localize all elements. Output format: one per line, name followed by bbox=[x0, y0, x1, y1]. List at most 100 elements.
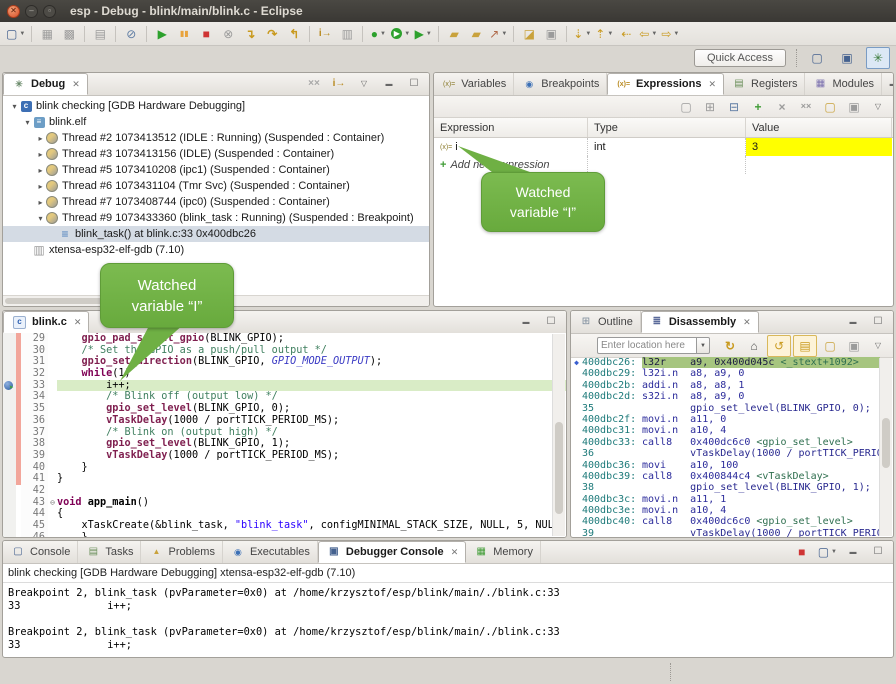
refresh-icon[interactable]: ↻ bbox=[719, 336, 741, 356]
instruction-stepping-toggle-icon[interactable]: i→ bbox=[328, 74, 350, 94]
maximize-icon[interactable]: ☐ bbox=[867, 312, 889, 332]
sync-context-toggle-icon[interactable]: ↺ bbox=[767, 335, 791, 357]
minimize-icon[interactable]: ▬ bbox=[515, 312, 537, 332]
debug-tree-row[interactable]: ▸Thread #6 1073431104 (Tmr Svc) (Suspend… bbox=[3, 178, 429, 194]
tree-expander-icon[interactable]: ▾ bbox=[35, 214, 46, 223]
console-tab-executables[interactable]: ◉Executables bbox=[223, 541, 318, 563]
location-input[interactable]: Enter location here bbox=[597, 337, 697, 354]
show-source-toggle-icon[interactable]: ▤ bbox=[793, 335, 817, 357]
next-annotation-icon[interactable]: ⇣▼ bbox=[571, 24, 593, 44]
location-dropdown-button[interactable]: ▼ bbox=[697, 337, 710, 354]
run-icon[interactable]: ▶▼ bbox=[389, 24, 412, 44]
disassembly-source-line[interactable]: 39 vTaskDelay(1000 / portTICK_PERIOD_MS)… bbox=[571, 528, 880, 537]
disassembly-listing[interactable]: ◆400dbc26:l32r a9, 0x400d045c <_stext+10… bbox=[571, 357, 880, 537]
fold-collapse-icon[interactable]: ⊖ bbox=[48, 497, 57, 509]
editor-line[interactable]: 43⊖void app_main() bbox=[3, 497, 566, 509]
editor-line[interactable]: 42 bbox=[3, 485, 566, 497]
disassembly-source-line[interactable]: 36 vTaskDelay(1000 / portTICK_PERIOD_MS)… bbox=[571, 448, 880, 459]
disassembly-line[interactable]: ◆400dbc26:l32r a9, 0x400d045c <_stext+10… bbox=[571, 357, 880, 368]
debug-tree-row[interactable]: ▸Thread #2 1073413512 (IDLE : Running) (… bbox=[3, 130, 429, 146]
column-header-value[interactable]: Value bbox=[746, 118, 892, 137]
editor-line[interactable]: 39 vTaskDelay(1000 / portTICK_PERIOD_MS)… bbox=[3, 450, 566, 462]
editor-line[interactable]: 31 gpio_set_direction(BLINK_GPIO, GPIO_M… bbox=[3, 356, 566, 368]
new-view-icon[interactable]: ▢ bbox=[819, 336, 841, 356]
dropdown-arrow-icon[interactable]: ▼ bbox=[380, 31, 386, 37]
dropdown-arrow-icon[interactable]: ▼ bbox=[673, 31, 679, 37]
dropdown-arrow-icon[interactable]: ▼ bbox=[426, 31, 432, 37]
annotation-ruler[interactable] bbox=[3, 356, 16, 368]
debug-tree-row[interactable]: ≡blink_task() at blink.c:33 0x400dbc26 bbox=[3, 226, 429, 242]
resume-icon[interactable]: ▶ bbox=[151, 24, 173, 44]
debug-tree-row[interactable]: ▥xtensa-esp32-elf-gdb (7.10) bbox=[3, 242, 429, 258]
debug-tree-row[interactable]: ▸Thread #3 1073413156 (IDLE) (Suspended … bbox=[3, 146, 429, 162]
tree-expander-icon[interactable]: ▸ bbox=[35, 166, 46, 175]
console-tab-console[interactable]: ▢Console bbox=[3, 541, 78, 563]
back-icon[interactable]: ⇦▼ bbox=[637, 24, 659, 44]
remove-all-terminated-icon[interactable]: ×× bbox=[303, 74, 325, 94]
disassembly-source-line[interactable]: 38 gpio_set_level(BLINK_GPIO, 1); bbox=[571, 482, 880, 493]
annotation-ruler[interactable] bbox=[3, 427, 16, 439]
dis-tab-outline[interactable]: ⊞Outline bbox=[571, 311, 641, 333]
step-over-icon[interactable]: ↷ bbox=[261, 24, 283, 44]
editor-line[interactable]: 44{ bbox=[3, 508, 566, 520]
view-menu-icon[interactable]: ▽ bbox=[867, 336, 889, 356]
disassembly-line[interactable]: 400dbc2d:s32i.n a8, a9, 0 bbox=[571, 391, 880, 402]
editor-line[interactable]: 32 while(1) bbox=[3, 368, 566, 380]
show-logical-structure-icon[interactable]: ⊞ bbox=[699, 97, 721, 117]
minimize-icon[interactable]: ▬ bbox=[842, 542, 864, 562]
dropdown-arrow-icon[interactable]: ▼ bbox=[651, 31, 657, 37]
c-cpp-perspective-button[interactable]: ▣ bbox=[836, 48, 858, 68]
annotation-ruler[interactable] bbox=[3, 391, 16, 403]
close-icon[interactable]: ✕ bbox=[451, 547, 459, 558]
instruction-stepping-icon[interactable]: i→ bbox=[314, 24, 336, 44]
disassembly-line[interactable]: 400dbc29:l32i.n a8, a9, 0 bbox=[571, 368, 880, 379]
minimize-icon[interactable]: ▬ bbox=[378, 74, 400, 94]
new-view-icon[interactable]: ▢ bbox=[819, 97, 841, 117]
step-return-icon[interactable]: ↰ bbox=[283, 24, 305, 44]
tree-expander-icon[interactable]: ▸ bbox=[35, 150, 46, 159]
console-tab-tasks[interactable]: ▤Tasks bbox=[78, 541, 141, 563]
disassembly-line[interactable]: 400dbc2f:movi.n a11, 0 bbox=[571, 414, 880, 425]
expr-tab-breakpoints[interactable]: ◉Breakpoints bbox=[514, 73, 607, 95]
disassembly-line[interactable]: 400dbc33:call8 0x400dc6c0 <gpio_set_leve… bbox=[571, 437, 880, 448]
annotate-icon[interactable]: ◪ bbox=[518, 24, 540, 44]
annotation-ruler[interactable] bbox=[3, 497, 16, 509]
editor-vertical-scrollbar[interactable] bbox=[552, 334, 565, 536]
editor-line[interactable]: 46 } bbox=[3, 532, 566, 537]
editor-line[interactable]: 40 } bbox=[3, 462, 566, 474]
debug-tree-row[interactable]: ▾Thread #9 1073433360 (blink_task : Runn… bbox=[3, 210, 429, 226]
console-tab-problems[interactable]: ▲Problems bbox=[141, 541, 222, 563]
disassembly-line[interactable]: 400dbc3c:movi.n a11, 1 bbox=[571, 494, 880, 505]
console-output[interactable]: Breakpoint 2, blink_task (pvParameter=0x… bbox=[3, 583, 893, 656]
view-menu-icon[interactable]: ▽ bbox=[867, 97, 889, 117]
annotation-ruler[interactable] bbox=[3, 508, 16, 520]
annotation-ruler[interactable] bbox=[3, 333, 16, 345]
tree-expander-icon[interactable]: ▾ bbox=[9, 102, 20, 111]
expr-tab-variables[interactable]: (x)=Variables bbox=[434, 73, 514, 95]
open-element-icon[interactable]: ▰ bbox=[443, 24, 465, 44]
display-console-icon[interactable]: ▢▼ bbox=[816, 542, 839, 562]
close-icon[interactable]: ✕ bbox=[72, 79, 80, 90]
column-header-type[interactable]: Type bbox=[588, 118, 746, 137]
disconnect-icon[interactable]: ⊗ bbox=[217, 24, 239, 44]
window-maximize-button[interactable]: ▫ bbox=[43, 5, 56, 18]
close-icon[interactable]: ✕ bbox=[743, 317, 751, 328]
collapse-all-icon[interactable]: ⊟ bbox=[723, 97, 745, 117]
column-header-expression[interactable]: Expression bbox=[434, 118, 588, 137]
expression-row[interactable]: (x)=iint3 bbox=[434, 138, 893, 156]
add-expression-icon[interactable]: + bbox=[747, 97, 769, 117]
console-tab-memory[interactable]: ▦Memory bbox=[466, 541, 541, 563]
remove-expression-icon[interactable]: × bbox=[771, 97, 793, 117]
debug-tree-row[interactable]: ▾cblink checking [GDB Hardware Debugging… bbox=[3, 98, 429, 114]
editor-line[interactable]: 30 /* Set the GPIO as a push/pull output… bbox=[3, 345, 566, 357]
annotation-ruler[interactable] bbox=[3, 462, 16, 474]
disassembly-line[interactable]: 400dbc36:movi a10, 100 bbox=[571, 460, 880, 471]
maximize-icon[interactable]: ☐ bbox=[403, 74, 425, 94]
annotation-ruler[interactable] bbox=[3, 532, 16, 537]
view-menu-icon[interactable]: ▽ bbox=[353, 74, 375, 94]
editor-line[interactable]: 37 /* Blink on (output high) */ bbox=[3, 427, 566, 439]
debug-icon[interactable]: ●▼ bbox=[367, 24, 389, 44]
save-all-icon[interactable]: ▩ bbox=[58, 24, 80, 44]
annotation-ruler[interactable] bbox=[3, 403, 16, 415]
expr-tab-registers[interactable]: ▤Registers bbox=[724, 73, 805, 95]
